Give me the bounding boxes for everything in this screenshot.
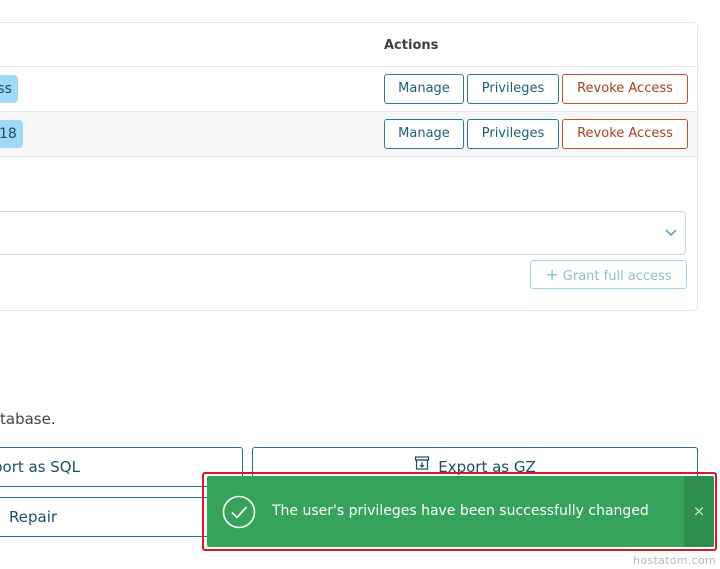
revoke-access-button[interactable]: Revoke Access bbox=[562, 119, 688, 149]
chevron-down-icon bbox=[665, 226, 677, 240]
revoke-access-button[interactable]: Revoke Access bbox=[562, 74, 688, 104]
grant-full-access-button[interactable]: + Grant full access bbox=[530, 260, 687, 289]
plus-icon: + bbox=[545, 265, 559, 284]
privileges-button[interactable]: Privileges bbox=[467, 74, 559, 104]
watermark: hostatom.com bbox=[633, 554, 716, 567]
status-badge: of 18 bbox=[0, 120, 23, 148]
user-select[interactable] bbox=[0, 211, 686, 255]
column-header-actions: Actions bbox=[384, 38, 439, 53]
table-row: cess Manage Privileges Revoke Access bbox=[0, 67, 697, 112]
repair-label: Repair bbox=[9, 508, 58, 526]
table-header: s Actions bbox=[0, 23, 697, 67]
close-icon[interactable]: × bbox=[684, 476, 714, 547]
success-toast: The user's privileges have been successf… bbox=[207, 476, 714, 547]
status-badge: cess bbox=[0, 75, 18, 103]
column-header-status: s bbox=[0, 38, 1, 53]
privileges-button[interactable]: Privileges bbox=[467, 119, 559, 149]
export-sql-label: port as SQL bbox=[0, 458, 80, 476]
section-description: tabase. bbox=[0, 410, 56, 428]
grant-full-access-label: Grant full access bbox=[562, 269, 672, 284]
table-row: of 18 Manage Privileges Revoke Access bbox=[0, 112, 697, 157]
manage-button[interactable]: Manage bbox=[384, 119, 464, 149]
manage-button[interactable]: Manage bbox=[384, 74, 464, 104]
toast-message: The user's privileges have been successf… bbox=[272, 503, 649, 519]
check-circle-icon bbox=[222, 495, 256, 533]
